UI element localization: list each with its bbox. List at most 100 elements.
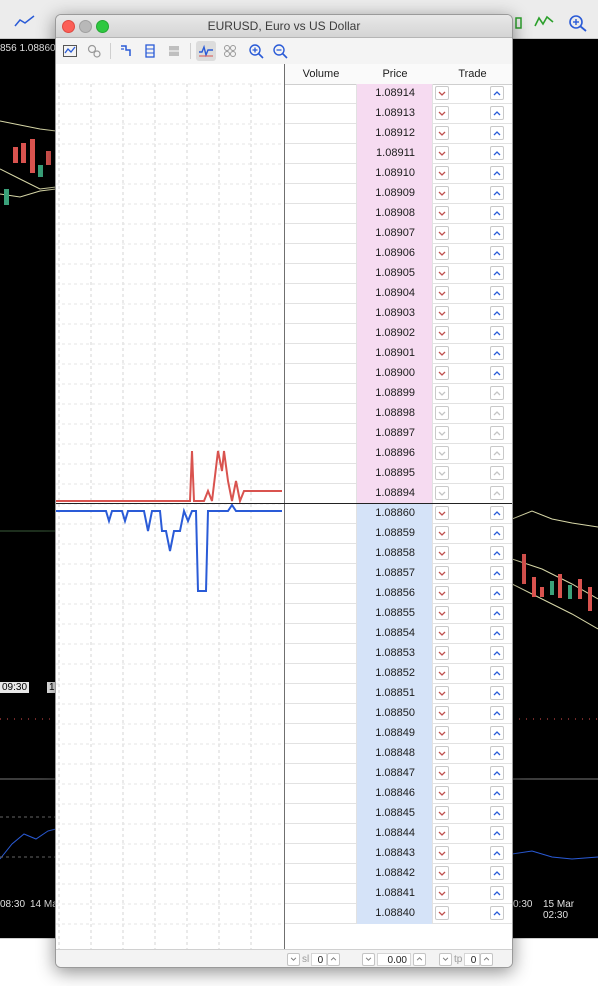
buy-limit-button[interactable] [490, 906, 504, 920]
buy-limit-button[interactable] [490, 466, 504, 480]
buy-limit-button[interactable] [490, 486, 504, 500]
sell-limit-button[interactable] [435, 146, 449, 160]
zoom-in-button[interactable] [246, 41, 266, 61]
sell-limit-button[interactable] [435, 706, 449, 720]
sell-limit-button[interactable] [435, 226, 449, 240]
buy-limit-button[interactable] [490, 106, 504, 120]
zoom-out-button[interactable] [270, 41, 290, 61]
buy-limit-button[interactable] [490, 786, 504, 800]
sell-limit-button[interactable] [435, 166, 449, 180]
sell-limit-button[interactable] [435, 246, 449, 260]
volume-decrease-button[interactable] [362, 952, 375, 966]
sell-limit-button[interactable] [435, 206, 449, 220]
buy-limit-button[interactable] [490, 826, 504, 840]
sell-limit-button[interactable] [435, 286, 449, 300]
buy-limit-button[interactable] [490, 886, 504, 900]
sell-limit-button[interactable] [435, 526, 449, 540]
buy-limit-button[interactable] [490, 806, 504, 820]
bid-row[interactable]: 1.08854 [285, 624, 512, 644]
buy-limit-button[interactable] [490, 526, 504, 540]
buy-limit-button[interactable] [490, 306, 504, 320]
sell-limit-button[interactable] [435, 826, 449, 840]
tick-chart-icon[interactable] [534, 14, 554, 30]
buy-limit-button[interactable] [490, 266, 504, 280]
buy-limit-button[interactable] [490, 626, 504, 640]
ask-row[interactable]: 1.08896 [285, 444, 512, 464]
ask-row[interactable]: 1.08903 [285, 304, 512, 324]
sell-limit-button[interactable] [435, 906, 449, 920]
hide-button[interactable] [164, 41, 184, 61]
ask-row[interactable]: 1.08910 [285, 164, 512, 184]
sell-limit-button[interactable] [435, 766, 449, 780]
window-titlebar[interactable]: EURUSD, Euro vs US Dollar [56, 15, 512, 38]
bid-row[interactable]: 1.08853 [285, 644, 512, 664]
buy-limit-button[interactable] [490, 206, 504, 220]
buy-limit-button[interactable] [490, 746, 504, 760]
sell-limit-button[interactable] [435, 186, 449, 200]
line-chart-icon[interactable] [14, 14, 36, 28]
bid-row[interactable]: 1.08846 [285, 784, 512, 804]
buy-limit-button[interactable] [490, 506, 504, 520]
tick-chart[interactable] [56, 64, 285, 949]
bid-row[interactable]: 1.08849 [285, 724, 512, 744]
sell-limit-button[interactable] [435, 366, 449, 380]
volume-value[interactable]: 0.00 [377, 952, 411, 966]
bid-row[interactable]: 1.08858 [285, 544, 512, 564]
line-chart-button[interactable] [196, 41, 216, 61]
bid-row[interactable]: 1.08856 [285, 584, 512, 604]
sell-limit-button[interactable] [435, 626, 449, 640]
bid-row[interactable]: 1.08851 [285, 684, 512, 704]
sl-decrease-button[interactable] [287, 952, 300, 966]
buy-limit-button[interactable] [490, 766, 504, 780]
sell-limit-button[interactable] [435, 86, 449, 100]
zoom-in-icon[interactable] [568, 14, 588, 32]
buy-limit-button[interactable] [490, 226, 504, 240]
bid-row[interactable]: 1.08852 [285, 664, 512, 684]
bar-icon[interactable] [514, 16, 524, 30]
sell-limit-button[interactable] [435, 386, 449, 400]
bid-row[interactable]: 1.08843 [285, 844, 512, 864]
buy-limit-button[interactable] [490, 166, 504, 180]
bid-row[interactable]: 1.08845 [285, 804, 512, 824]
sell-limit-button[interactable] [435, 866, 449, 880]
tick-button[interactable] [220, 41, 240, 61]
sell-limit-button[interactable] [435, 886, 449, 900]
sell-limit-button[interactable] [435, 646, 449, 660]
sell-limit-button[interactable] [435, 306, 449, 320]
buy-limit-button[interactable] [490, 86, 504, 100]
sell-limit-button[interactable] [435, 606, 449, 620]
ask-row[interactable]: 1.08898 [285, 404, 512, 424]
ask-row[interactable]: 1.08914 [285, 84, 512, 104]
sell-limit-button[interactable] [435, 126, 449, 140]
sell-limit-button[interactable] [435, 486, 449, 500]
buy-limit-button[interactable] [490, 446, 504, 460]
sell-limit-button[interactable] [435, 726, 449, 740]
sell-limit-button[interactable] [435, 466, 449, 480]
sell-limit-button[interactable] [435, 846, 449, 860]
buy-limit-button[interactable] [490, 386, 504, 400]
bid-row[interactable]: 1.08848 [285, 744, 512, 764]
ask-row[interactable]: 1.08895 [285, 464, 512, 484]
ask-row[interactable]: 1.08905 [285, 264, 512, 284]
buy-limit-button[interactable] [490, 726, 504, 740]
buy-limit-button[interactable] [490, 586, 504, 600]
buy-limit-button[interactable] [490, 146, 504, 160]
buy-limit-button[interactable] [490, 346, 504, 360]
ask-row[interactable]: 1.08911 [285, 144, 512, 164]
bid-row[interactable]: 1.08847 [285, 764, 512, 784]
sell-limit-button[interactable] [435, 266, 449, 280]
buy-limit-button[interactable] [490, 566, 504, 580]
volume-increase-button[interactable] [413, 952, 426, 966]
ask-row[interactable]: 1.08907 [285, 224, 512, 244]
buy-limit-button[interactable] [490, 426, 504, 440]
buy-limit-button[interactable] [490, 666, 504, 680]
tp-value[interactable]: 0 [464, 952, 481, 966]
bid-row[interactable]: 1.08859 [285, 524, 512, 544]
depth-button[interactable] [116, 41, 136, 61]
bid-row[interactable]: 1.08844 [285, 824, 512, 844]
buy-limit-button[interactable] [490, 326, 504, 340]
buy-limit-button[interactable] [490, 646, 504, 660]
ask-row[interactable]: 1.08897 [285, 424, 512, 444]
ask-row[interactable]: 1.08901 [285, 344, 512, 364]
sl-value[interactable]: 0 [311, 952, 328, 966]
